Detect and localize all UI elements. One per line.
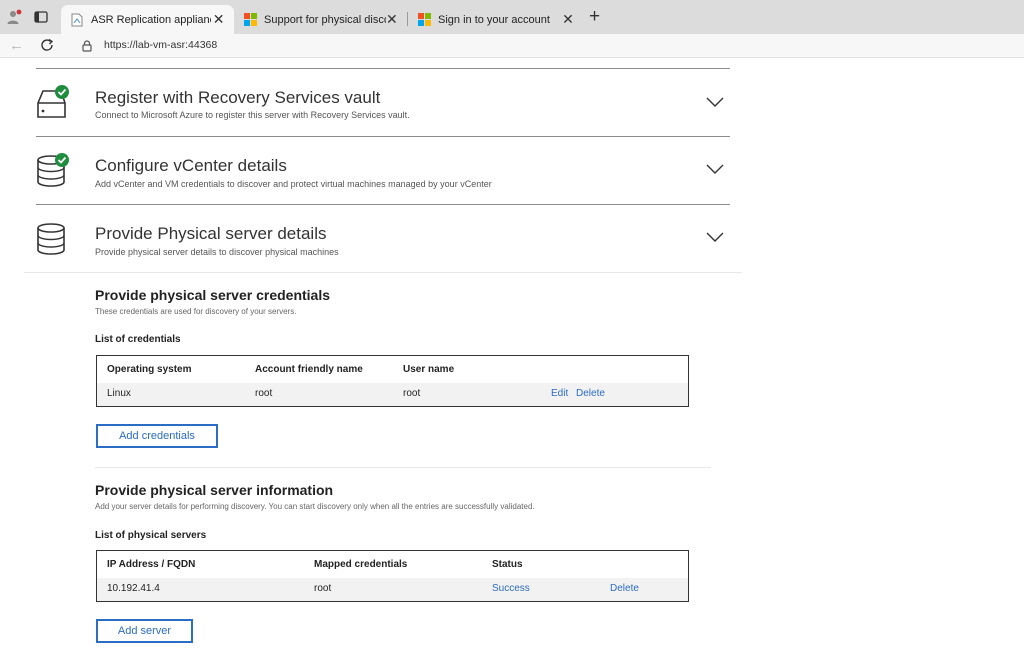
database-check-icon <box>34 151 74 196</box>
add-server-button[interactable]: Add server <box>96 619 193 643</box>
browser-tab-bar: ASR Replication appliance ✕ Support for … <box>0 0 1024 34</box>
credentials-list-label: List of credentials <box>95 334 181 345</box>
cell-mapped-credentials: root <box>314 583 332 594</box>
column-header-ip: IP Address / FQDN <box>107 559 196 570</box>
divider <box>24 272 742 273</box>
lock-icon[interactable] <box>82 39 92 57</box>
section-title[interactable]: Register with Recovery Services vault <box>95 88 380 108</box>
servers-list-label: List of physical servers <box>95 530 207 541</box>
column-header-mapped-credentials: Mapped credentials <box>314 559 408 570</box>
tab-asr-appliance[interactable]: ASR Replication appliance ✕ <box>61 5 234 34</box>
vault-check-icon <box>34 83 74 128</box>
chevron-down-icon[interactable] <box>706 161 724 179</box>
delete-credential-link[interactable]: Delete <box>576 388 605 399</box>
tab-close-icon[interactable]: ✕ <box>211 11 226 28</box>
column-header-friendly-name: Account friendly name <box>255 364 363 375</box>
section-description: Provide physical server details to disco… <box>95 247 339 257</box>
cell-ip: 10.192.41.4 <box>107 583 160 594</box>
chevron-down-icon[interactable] <box>706 94 724 112</box>
tab-title: Support for physical discovery ar <box>264 13 386 26</box>
status-success-link[interactable]: Success <box>492 583 530 594</box>
credentials-subtitle: These credentials are used for discovery… <box>95 307 297 316</box>
cell-os: Linux <box>107 388 131 399</box>
section-title[interactable]: Provide Physical server details <box>95 224 326 244</box>
tab-title: ASR Replication appliance <box>91 13 212 26</box>
profile-icon[interactable] <box>5 8 23 26</box>
tab-close-icon[interactable]: ✕ <box>560 11 576 28</box>
section-description: Connect to Microsoft Azure to register t… <box>95 110 410 120</box>
url-text[interactable]: https://lab-vm-asr:44368 <box>104 39 217 51</box>
cell-user-name: root <box>403 388 421 399</box>
column-header-user-name: User name <box>403 364 455 375</box>
section-description: Add vCenter and VM credentials to discov… <box>95 179 492 189</box>
tab-title: Sign in to your account <box>438 13 550 26</box>
chevron-up-icon[interactable] <box>706 229 724 247</box>
divider <box>95 467 711 468</box>
back-arrow-icon[interactable]: ← <box>9 37 24 54</box>
divider <box>36 204 730 205</box>
table-row: Linux root root Edit Delete <box>97 383 688 406</box>
column-header-status: Status <box>492 559 523 570</box>
tab-close-icon[interactable]: ✕ <box>386 11 398 28</box>
page-icon <box>70 13 84 27</box>
edit-credential-link[interactable]: Edit <box>551 388 568 399</box>
address-bar: ← https://lab-vm-asr:44368 <box>0 34 1024 58</box>
microsoft-logo-icon <box>243 13 257 27</box>
tab-support-physical-discovery[interactable]: Support for physical discovery ar ✕ <box>234 5 406 34</box>
servers-heading: Provide physical server information <box>95 482 334 498</box>
cell-friendly-name: root <box>255 388 273 399</box>
table-row: 10.192.41.4 root Success Delete <box>97 578 688 601</box>
tab-sign-in[interactable]: Sign in to your account ✕ <box>408 5 584 34</box>
servers-subtitle: Add your server details for performing d… <box>95 502 535 511</box>
servers-table: IP Address / FQDN Mapped credentials Sta… <box>96 550 689 602</box>
section-title[interactable]: Configure vCenter details <box>95 156 287 176</box>
tab-actions-icon[interactable] <box>32 8 50 26</box>
divider <box>36 136 730 137</box>
reload-icon[interactable] <box>39 37 55 58</box>
new-tab-icon[interactable]: + <box>589 7 600 26</box>
database-icon <box>34 219 74 264</box>
divider <box>36 68 730 69</box>
microsoft-logo-icon <box>417 13 431 27</box>
delete-server-link[interactable]: Delete <box>610 583 639 594</box>
add-credentials-button[interactable]: Add credentials <box>96 424 218 448</box>
credentials-heading: Provide physical server credentials <box>95 287 331 303</box>
credentials-table: Operating system Account friendly name U… <box>96 355 689 407</box>
column-header-os: Operating system <box>107 364 192 375</box>
